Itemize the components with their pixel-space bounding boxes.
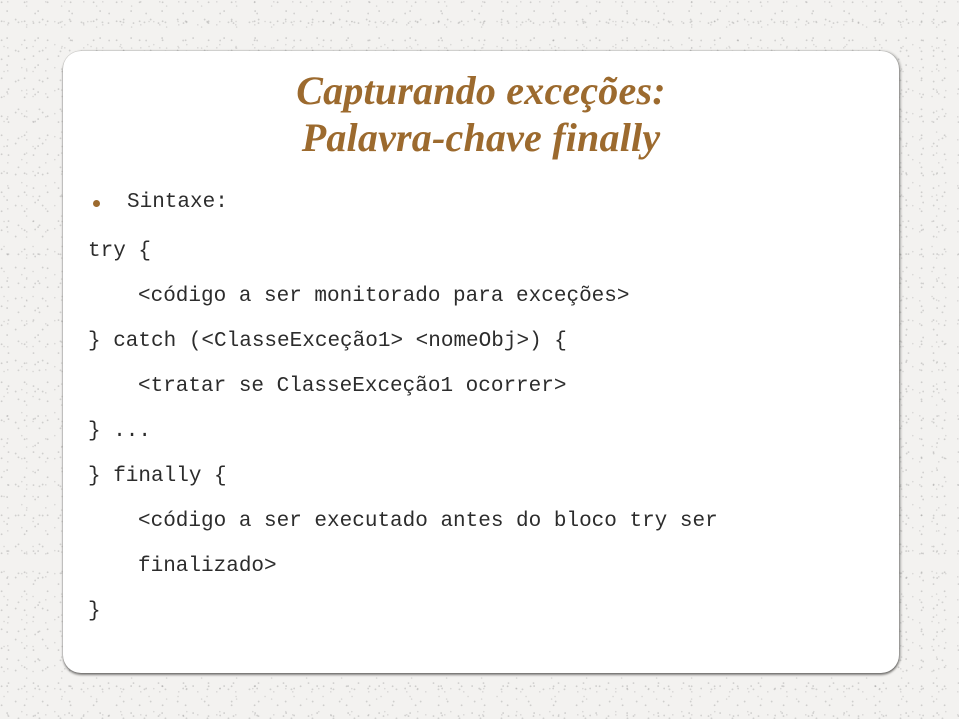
code-block: try { <código a ser monitorado para exce…: [73, 229, 893, 634]
slide-title: Capturando exceções: Palavra-chave final…: [63, 67, 899, 161]
code-line: <código a ser monitorado para exceções>: [138, 285, 630, 308]
code-line: } catch (<ClasseExceção1> <nomeObj>) {: [88, 330, 567, 353]
bullet-dot-icon: [93, 199, 100, 207]
code-line: <código a ser executado antes do bloco t…: [138, 510, 718, 533]
slide-content: Capturando exceções: Palavra-chave final…: [63, 51, 899, 673]
code-line: finalizado>: [138, 555, 277, 578]
slide-title-line-2: Palavra-chave finally: [301, 115, 661, 160]
code-line: try {: [88, 240, 152, 263]
bullet-item-label: Sintaxe:: [127, 191, 228, 214]
code-line: }: [88, 600, 101, 623]
code-line: <tratar se ClasseExceção1 ocorrer>: [138, 375, 567, 398]
bullet-item-sintaxe: Sintaxe:: [93, 190, 228, 216]
code-line: } finally {: [88, 465, 227, 488]
code-line: } ...: [88, 420, 152, 443]
slide-card: Capturando exceções: Palavra-chave final…: [63, 51, 899, 673]
slide-title-line-1: Capturando exceções:: [296, 68, 666, 113]
